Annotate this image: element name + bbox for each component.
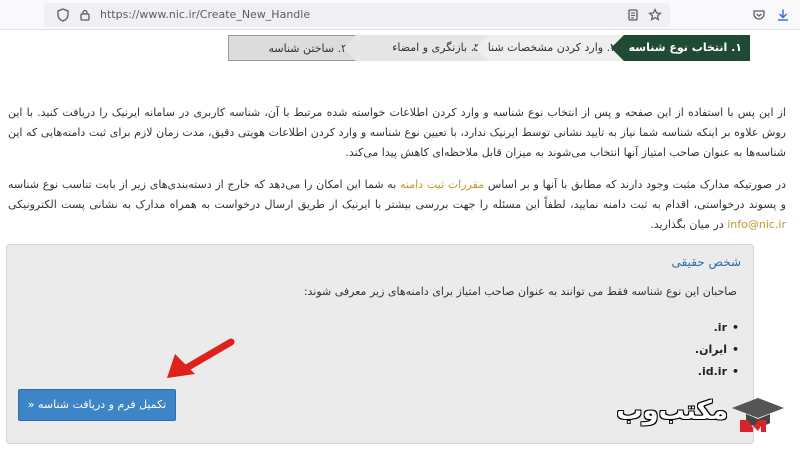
list-item: .ایران [695, 339, 739, 361]
browser-toolbar: https://www.nic.ir/Create_New_Handle [0, 0, 800, 30]
list-item: .id.ir [695, 361, 739, 383]
documents-text-end: در میان بگذارید. [650, 218, 728, 231]
shield-icon[interactable] [56, 8, 70, 22]
step-choose-type: ۱. انتخاب نوع شناسه [611, 35, 750, 61]
red-arrow-icon [167, 338, 235, 378]
domain-label: .id.ir [697, 365, 727, 378]
domain-label: .ایران [694, 343, 727, 356]
complete-form-button[interactable]: تکمیل فرم و دریافت شناسه « [18, 389, 176, 421]
pocket-icon[interactable] [752, 8, 766, 22]
panel-description: صاحبان این نوع شناسه فقط می توانند به عن… [303, 285, 737, 298]
download-icon[interactable] [776, 8, 790, 22]
step-enter-details: ۲. وارد کردن مشخصات شناسه [473, 35, 625, 61]
domain-list: .ir .ایران .id.ir [695, 317, 739, 383]
step-build-handle: ۴. ساختن شناسه [228, 35, 356, 61]
lock-icon[interactable] [78, 8, 92, 22]
documents-paragraph: در صورتیکه مدارک مثبت وجود دارند که مطاب… [8, 175, 786, 235]
list-item: .ir [695, 317, 739, 339]
reader-view-icon[interactable] [626, 8, 640, 22]
domain-label: .ir [713, 321, 727, 334]
address-bar[interactable]: https://www.nic.ir/Create_New_Handle [44, 3, 670, 27]
bookmark-star-icon[interactable] [648, 8, 662, 22]
email-link[interactable]: info@nic.ir [727, 218, 786, 231]
logo-text: مکتب‌وب [616, 396, 728, 426]
url-text[interactable]: https://www.nic.ir/Create_New_Handle [100, 8, 310, 21]
step-review-sign: ۳. بازنگری و امضاء [343, 35, 489, 61]
graduation-cap-icon [732, 398, 784, 432]
wizard-steps: ۴. ساختن شناسه ۳. بازنگری و امضاء ۲. وار… [228, 35, 750, 61]
domain-rules-link[interactable]: مقررات ثبت دامنه [400, 178, 484, 191]
documents-text-start: در صورتیکه مدارک مثبت وجود دارند که مطاب… [484, 178, 787, 191]
panel-title: شخص حقیقی [671, 255, 742, 269]
maktabweb-logo: مکتب‌وب [578, 388, 792, 438]
intro-paragraph: از این پس با استفاده از این صفحه و پس از… [8, 106, 786, 159]
